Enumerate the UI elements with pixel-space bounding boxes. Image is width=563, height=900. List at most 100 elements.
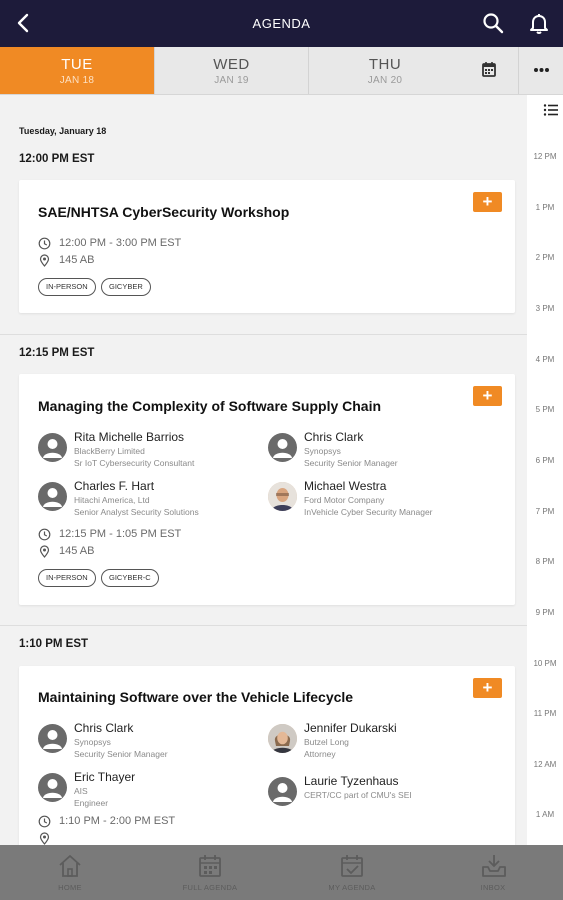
tag-chip[interactable]: GICYBER (101, 278, 151, 296)
nav-label: INBOX (480, 883, 506, 892)
timeline-hour[interactable]: 12 AM (527, 760, 563, 769)
session-card[interactable]: Maintaining Software over the Vehicle Li… (19, 666, 515, 845)
speaker-role: Security Senior Manager (304, 458, 398, 468)
clock-icon (38, 815, 51, 828)
timeline-hour[interactable]: 11 PM (527, 709, 563, 718)
session-room-text: 145 AB (59, 545, 95, 557)
time-slot-header: 1:10 PM EST (19, 638, 89, 650)
session-time-text: 12:00 PM - 3:00 PM EST (59, 237, 182, 249)
speaker-name: Rita Michelle Barrios (74, 430, 185, 444)
more-options-button[interactable] (518, 47, 563, 94)
tab-wednesday[interactable]: WED JAN 19 (155, 47, 309, 94)
speaker[interactable]: Laurie Tyzenhaus CERT/CC part of CMU's S… (268, 770, 488, 810)
session-title: SAE/NHTSA CyberSecurity Workshop (38, 204, 290, 220)
speaker-role: InVehicle Cyber Security Manager (304, 507, 433, 517)
tab-date: JAN 20 (367, 75, 403, 86)
divider (0, 625, 527, 626)
more-horizontal-icon (534, 68, 549, 72)
nav-label: FULL AGENDA (182, 883, 238, 892)
speaker-org: Synopsys (304, 446, 341, 456)
inbox-download-icon (482, 855, 506, 877)
timeline-hour[interactable]: 5 PM (527, 405, 563, 414)
speaker[interactable]: Chris Clark Synopsys Security Senior Man… (268, 430, 488, 470)
list-view-icon[interactable] (543, 103, 559, 117)
timeline-hour[interactable]: 10 PM (527, 659, 563, 668)
speaker-name: Jennifer Dukarski (304, 721, 397, 735)
session-room-text: 145 AB (59, 254, 95, 266)
time-slot-header: 12:15 PM EST (19, 347, 95, 359)
page-title: AGENDA (252, 16, 311, 31)
time-scrubber[interactable]: 12 PM 1 PM 2 PM 3 PM 4 PM 5 PM 6 PM 7 PM… (527, 95, 563, 845)
agenda-list[interactable]: Tuesday, January 18 12:00 PM EST SAE/NHT… (0, 95, 527, 845)
divider (0, 334, 527, 335)
timeline-hour[interactable]: 4 PM (527, 355, 563, 364)
session-title: Maintaining Software over the Vehicle Li… (38, 689, 354, 705)
tag-chip[interactable]: GICYBER-C (101, 569, 159, 587)
nav-inbox[interactable]: INBOX (423, 845, 563, 900)
timeline-hour[interactable]: 12 PM (527, 152, 563, 161)
nav-label: MY AGENDA (328, 883, 376, 892)
timeline-hour[interactable]: 1 AM (527, 810, 563, 819)
speaker[interactable]: Michael Westra Ford Motor Company InVehi… (268, 479, 488, 519)
clock-icon (38, 528, 51, 541)
speaker-photo (268, 724, 297, 753)
speaker-name: Eric Thayer (74, 770, 136, 784)
tab-day: THU (368, 56, 402, 73)
day-tabs: TUE JAN 18 WED JAN 19 THU JAN 20 (0, 47, 563, 95)
speaker-name: Chris Clark (304, 430, 364, 444)
location-pin-icon (39, 545, 50, 558)
session-time-text: 1:10 PM - 2:00 PM EST (59, 815, 176, 827)
home-icon (59, 855, 81, 877)
speaker-org: Synopsys (74, 737, 111, 747)
speaker-role: Engineer (74, 798, 109, 808)
calendar-picker-icon[interactable] (470, 59, 508, 83)
avatar (38, 773, 67, 802)
speaker-org: CERT/CC part of CMU's SEI (304, 790, 412, 800)
timeline-hour[interactable]: 8 PM (527, 557, 563, 566)
bottom-navigation: HOME FULL AGENDA MY AGENDA INBOX (0, 845, 563, 900)
speaker[interactable]: Charles F. Hart Hitachi America, Ltd Sen… (38, 479, 258, 519)
timeline-hour[interactable]: 1 PM (527, 203, 563, 212)
nav-my-agenda[interactable]: MY AGENDA (282, 845, 422, 900)
tag-chip[interactable]: IN-PERSON (38, 278, 96, 296)
add-to-agenda-button[interactable]: + (473, 386, 502, 406)
speaker-org: Hitachi America, Ltd (74, 495, 150, 505)
avatar (268, 777, 297, 806)
speaker-name: Michael Westra (304, 479, 387, 493)
session-card[interactable]: SAE/NHTSA CyberSecurity Workshop + 12:00… (19, 180, 515, 313)
avatar (38, 482, 67, 511)
timeline-hour[interactable]: 9 PM (527, 608, 563, 617)
calendar-icon (199, 855, 221, 877)
speaker-org: Ford Motor Company (304, 495, 385, 505)
tag-chip[interactable]: IN-PERSON (38, 569, 96, 587)
nav-full-agenda[interactable]: FULL AGENDA (140, 845, 280, 900)
day-heading: Tuesday, January 18 (19, 126, 107, 136)
timeline-hour[interactable]: 2 PM (527, 253, 563, 262)
session-title: Managing the Complexity of Software Supp… (38, 398, 382, 414)
tab-tuesday[interactable]: TUE JAN 18 (0, 47, 155, 94)
speaker[interactable]: Eric Thayer AIS Engineer (38, 770, 258, 810)
session-card[interactable]: Managing the Complexity of Software Supp… (19, 374, 515, 605)
speaker-role: Attorney (304, 749, 336, 759)
avatar (38, 433, 67, 462)
tab-thursday[interactable]: THU JAN 20 (309, 47, 461, 94)
speaker[interactable]: Rita Michelle Barrios BlackBerry Limited… (38, 430, 258, 470)
tab-day: TUE (61, 56, 93, 73)
timeline-hour[interactable]: 6 PM (527, 456, 563, 465)
clock-icon (38, 237, 51, 250)
add-to-agenda-button[interactable]: + (473, 678, 502, 698)
timeline-hour[interactable]: 7 PM (527, 507, 563, 516)
speaker-photo (268, 482, 297, 511)
nav-label: HOME (58, 883, 82, 892)
add-to-agenda-button[interactable]: + (473, 192, 502, 212)
nav-home[interactable]: HOME (0, 845, 140, 900)
speaker-org: AIS (74, 786, 88, 796)
top-app-bar: AGENDA (0, 0, 563, 47)
location-pin-icon (39, 254, 50, 267)
speaker[interactable]: Jennifer Dukarski Butzel Long Attorney (268, 721, 488, 761)
bell-icon[interactable] (527, 11, 551, 35)
search-icon[interactable] (481, 11, 505, 35)
timeline-hour[interactable]: 3 PM (527, 304, 563, 313)
speaker-role: Senior Analyst Security Solutions (74, 507, 199, 517)
speaker[interactable]: Chris Clark Synopsys Security Senior Man… (38, 721, 258, 761)
